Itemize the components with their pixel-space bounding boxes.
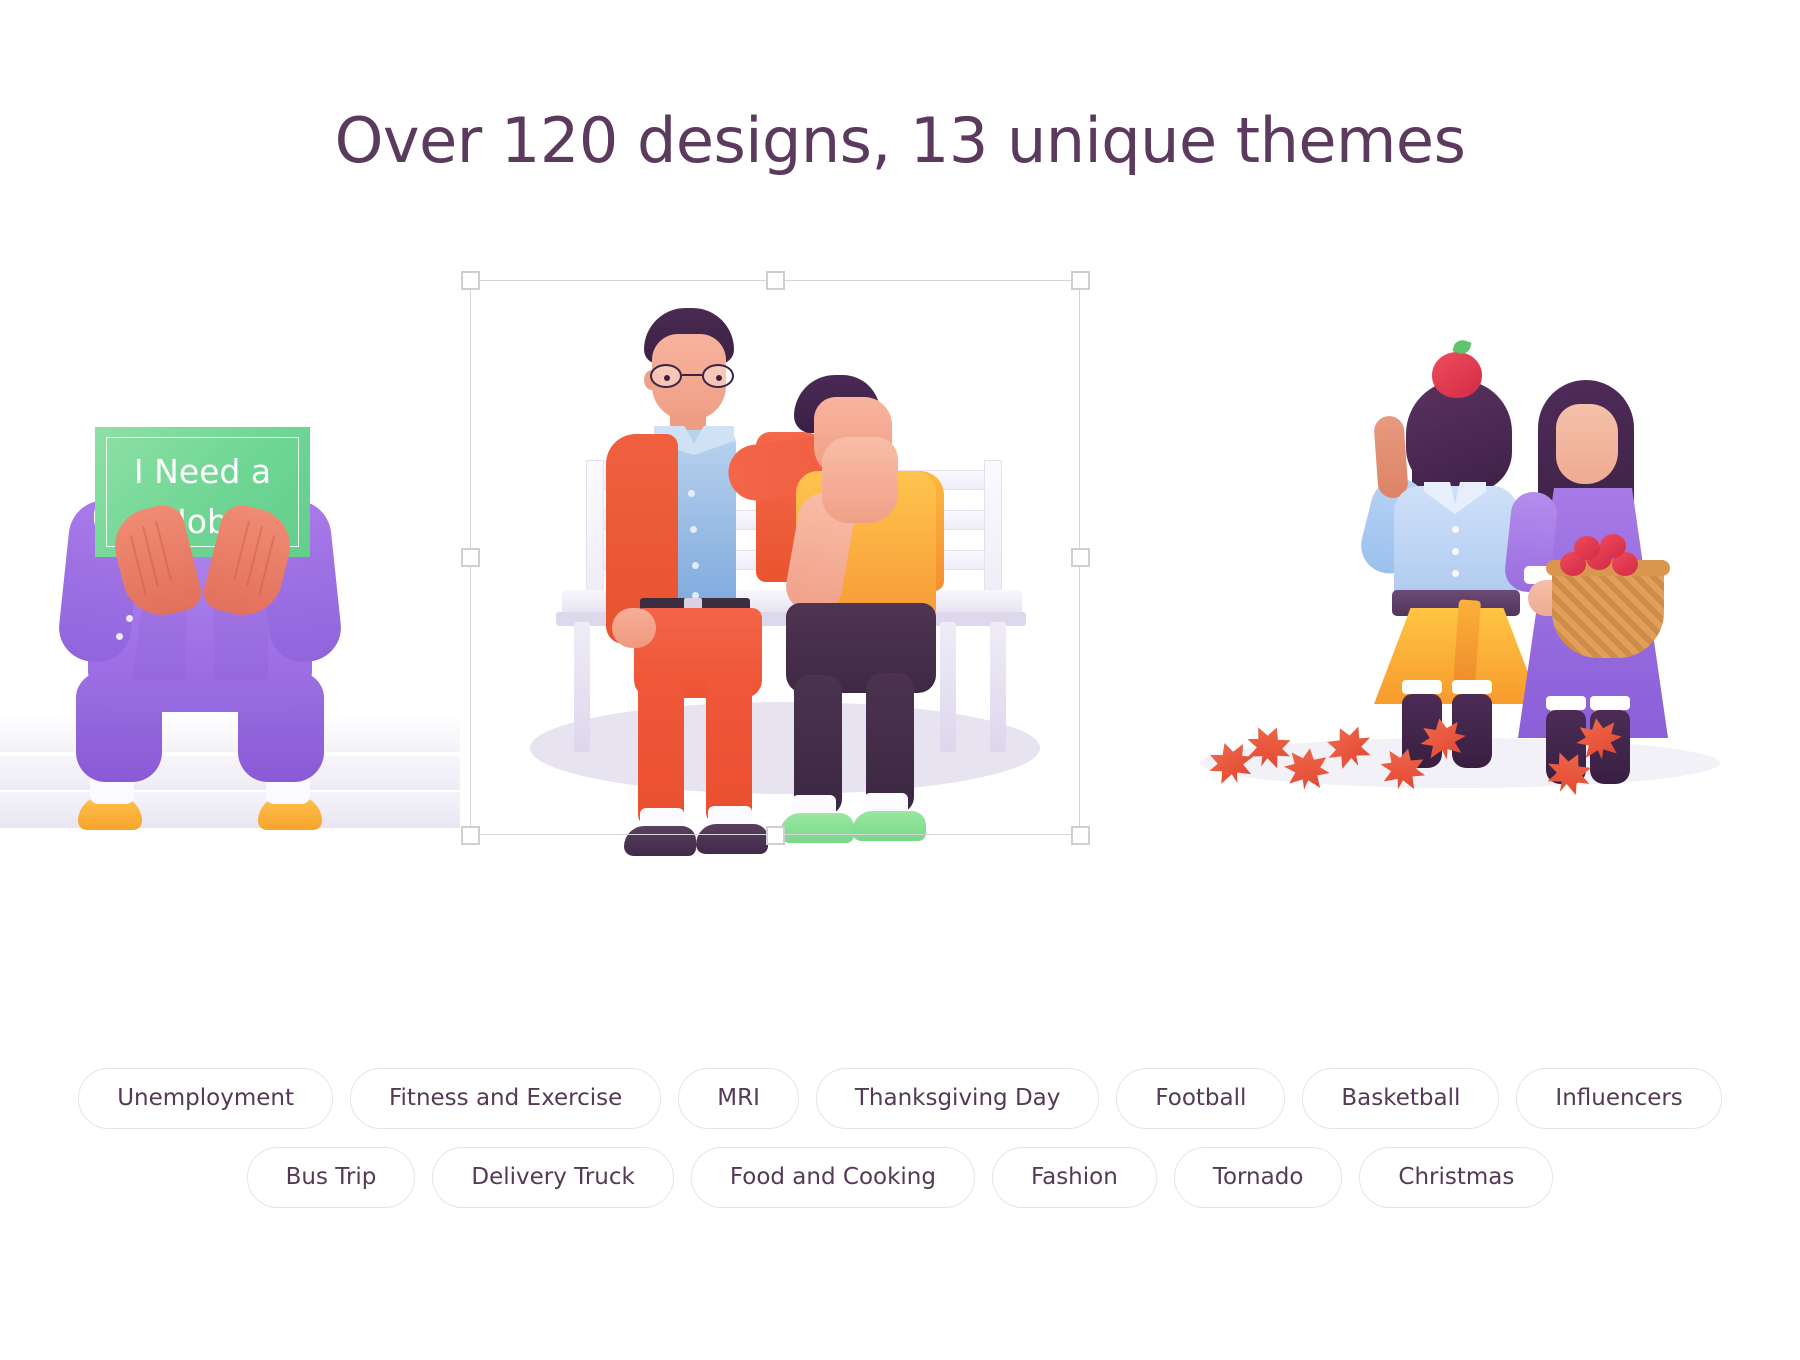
theme-tag-row-2: Bus Trip Delivery Truck Food and Cooking…	[0, 1147, 1800, 1208]
tag-thanksgiving-day[interactable]: Thanksgiving Day	[815, 1068, 1100, 1129]
tag-influencers[interactable]: Influencers	[1516, 1068, 1722, 1129]
apple-icon	[1432, 352, 1482, 398]
tag-christmas[interactable]: Christmas	[1359, 1147, 1554, 1208]
girl-with-basket-figure	[1490, 380, 1710, 784]
tag-unemployment[interactable]: Unemployment	[78, 1068, 333, 1129]
selection-handle-bottom-center[interactable]	[766, 826, 785, 845]
tag-football[interactable]: Football	[1116, 1068, 1286, 1129]
selection-handle-top-center[interactable]	[766, 271, 785, 290]
face	[1556, 404, 1618, 484]
selection-handle-top-right[interactable]	[1071, 271, 1090, 290]
selection-handle-middle-right[interactable]	[1071, 548, 1090, 567]
boot-right	[1452, 694, 1492, 768]
apple-basket	[1552, 566, 1664, 658]
page-root: Over 120 designs, 13 unique themes I Nee…	[0, 0, 1800, 1360]
selection-handle-bottom-left[interactable]	[461, 826, 480, 845]
tag-delivery-truck[interactable]: Delivery Truck	[432, 1147, 674, 1208]
tag-tornado[interactable]: Tornado	[1173, 1147, 1343, 1208]
selection-handle-bottom-right[interactable]	[1071, 826, 1090, 845]
theme-tag-list: Unemployment Fitness and Exercise MRI Th…	[0, 1068, 1800, 1226]
tag-mri[interactable]: MRI	[678, 1068, 799, 1129]
illustration-stage: I Need a Job	[0, 0, 1800, 900]
tag-basketball[interactable]: Basketball	[1302, 1068, 1500, 1129]
tag-fitness-and-exercise[interactable]: Fitness and Exercise	[349, 1068, 662, 1129]
thanksgiving-apple-picking-illustration[interactable]	[1200, 350, 1800, 820]
tag-bus-trip[interactable]: Bus Trip	[246, 1147, 416, 1208]
comfort-on-bench-illustration[interactable]	[461, 250, 1110, 856]
selection-handle-middle-left[interactable]	[461, 548, 480, 567]
sign-line-1: I Need a	[133, 452, 272, 491]
tag-fashion[interactable]: Fashion	[991, 1147, 1157, 1208]
tag-food-and-cooking[interactable]: Food and Cooking	[690, 1147, 975, 1208]
selection-handle-top-left[interactable]	[461, 271, 480, 290]
theme-tag-row-1: Unemployment Fitness and Exercise MRI Th…	[0, 1068, 1800, 1129]
selection-bounding-box[interactable]	[470, 280, 1080, 835]
covering-hands	[107, 500, 298, 624]
